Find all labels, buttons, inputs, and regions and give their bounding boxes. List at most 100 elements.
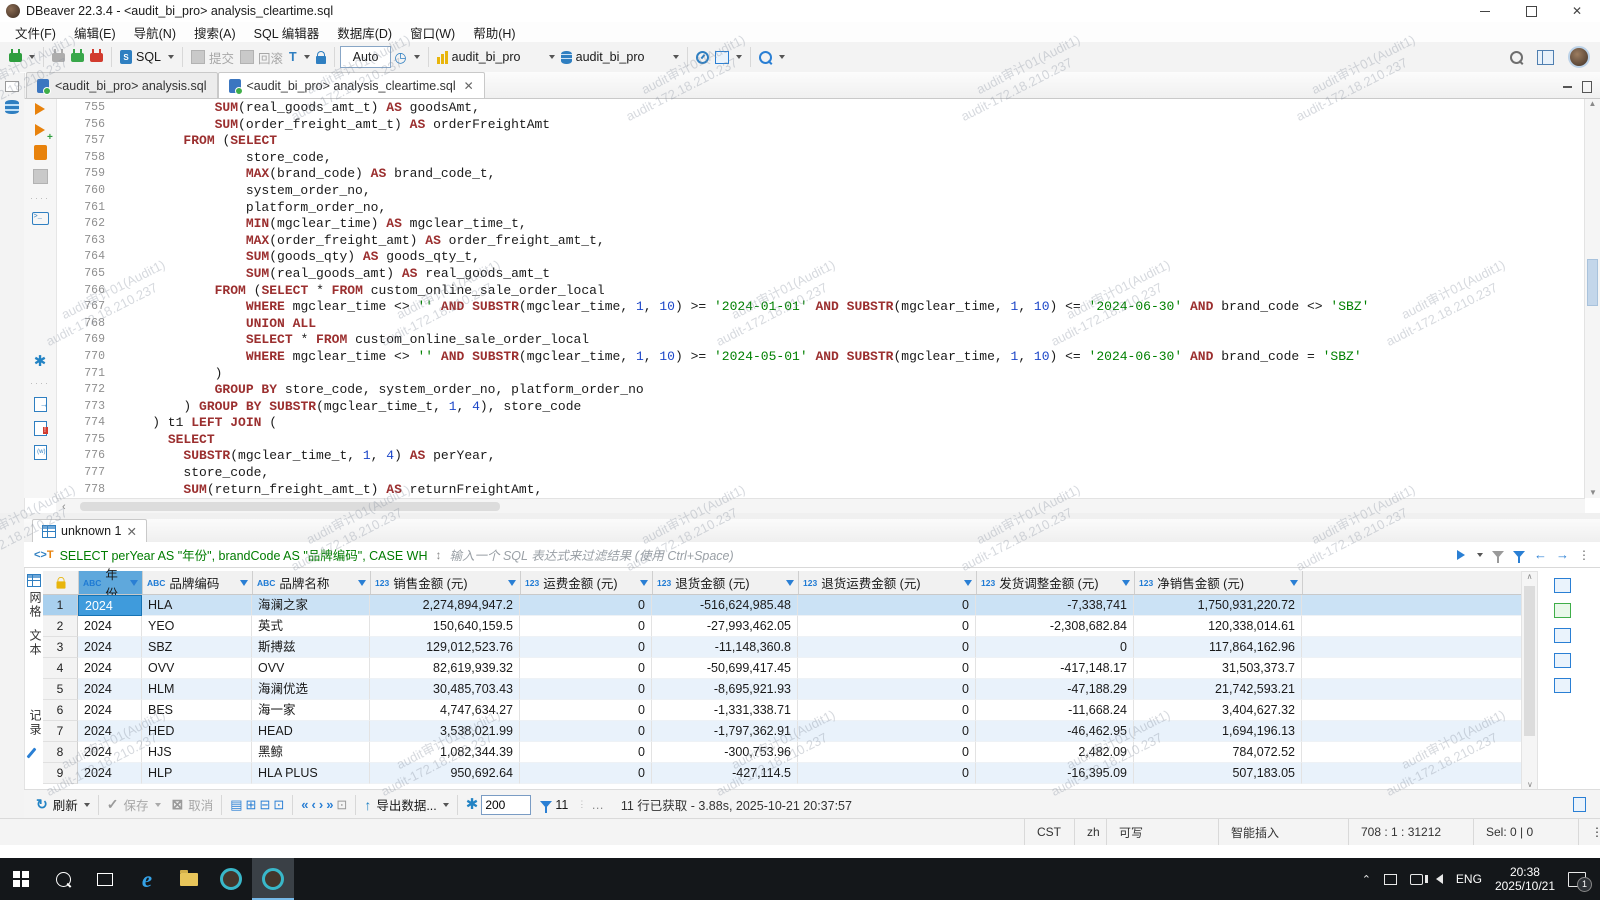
grid-cell[interactable]: 784,072.52 — [1134, 742, 1302, 763]
grid-cell[interactable]: 海一家 — [252, 700, 370, 721]
grid-row[interactable]: 22024YEO英式150,640,159.50-27,993,462.050-… — [43, 616, 1522, 637]
grid-row[interactable]: 52024HLM海澜优选30,485,703.430-8,695,921.930… — [43, 679, 1522, 700]
new-connection-button[interactable] — [6, 51, 38, 64]
grid-cell[interactable]: -11,148,360.8 — [652, 637, 798, 658]
grid-row[interactable]: 42024OVVOVV82,619,939.320-50,699,417.450… — [43, 658, 1522, 679]
grid-cell[interactable]: 1,694,196.13 — [1134, 721, 1302, 742]
code-line[interactable]: 762 MIN(mgclear_time) AS mgclear_time_t, — [57, 216, 1600, 233]
column-sort-caret[interactable] — [1290, 580, 1298, 586]
add-row-icon[interactable]: ⊞ — [246, 797, 257, 813]
grid-cell[interactable]: 0 — [520, 637, 652, 658]
row-number[interactable]: 2 — [43, 616, 78, 637]
editor-settings-icon[interactable]: ✱ — [34, 355, 47, 369]
commit-package-button[interactable] — [712, 49, 745, 66]
rollback-button[interactable]: 回滚 — [237, 46, 286, 69]
grid-cell[interactable]: 0 — [520, 658, 652, 679]
grid-cell[interactable]: 2024 — [78, 742, 142, 763]
grid-cell[interactable]: 0 — [798, 679, 976, 700]
quick-search-icon[interactable] — [1510, 51, 1523, 64]
grid-cell[interactable]: -47,188.29 — [976, 679, 1134, 700]
grid-cell[interactable]: 117,864,162.96 — [1134, 637, 1302, 658]
grid-corner-cell[interactable] — [43, 571, 79, 594]
column-header-4[interactable]: 123销售金额 (元) — [371, 571, 521, 594]
grid-cell[interactable]: 黑鲸 — [252, 742, 370, 763]
perspective-icon[interactable] — [1537, 50, 1554, 65]
row-number[interactable]: 8 — [43, 742, 78, 763]
file-explorer-button[interactable] — [168, 858, 210, 900]
grid-cell[interactable]: 507,183.05 — [1134, 763, 1302, 784]
column-header-3[interactable]: ABC品牌名称 — [253, 571, 371, 594]
row-number[interactable]: 9 — [43, 763, 78, 784]
column-sort-caret[interactable] — [240, 580, 248, 586]
grid-cell[interactable]: 2024 — [78, 700, 142, 721]
grid-cell[interactable]: 英式 — [252, 616, 370, 637]
task-view-button[interactable] — [84, 858, 126, 900]
abort-connection-button[interactable] — [87, 51, 106, 64]
column-sort-caret[interactable] — [1122, 580, 1130, 586]
grid-cell[interactable]: 0 — [520, 763, 652, 784]
row-number[interactable]: 4 — [43, 658, 78, 679]
filter-placeholder[interactable]: 输入一个 SQL 表达式来过滤结果 (使用 Ctrl+Space) — [449, 545, 733, 564]
expand-filter-icon[interactable]: ↕ — [435, 548, 441, 562]
tx-timeout-button[interactable]: ◷ — [391, 48, 422, 66]
code-line[interactable]: 761 platform_order_no, — [57, 200, 1600, 217]
grid-cell[interactable]: 950,692.64 — [370, 763, 520, 784]
grid-cell[interactable]: -50,699,417.45 — [652, 658, 798, 679]
code-line[interactable]: 763 MAX(order_freight_amt) AS order_frei… — [57, 233, 1600, 250]
grid-cell[interactable]: HJS — [142, 742, 252, 763]
code-line[interactable]: 777 store_code, — [57, 465, 1600, 482]
grid-cell[interactable]: 2024 — [78, 763, 142, 784]
grid-cell[interactable]: 0 — [798, 595, 976, 616]
grid-row[interactable]: 62024BES海一家4,747,634.270-1,331,338.710-1… — [43, 700, 1522, 721]
grid-cell[interactable]: 21,742,593.21 — [1134, 679, 1302, 700]
lock-button[interactable] — [313, 49, 329, 66]
network-icon[interactable] — [1410, 874, 1423, 885]
first-page-icon[interactable]: « — [301, 797, 308, 812]
execute-script-icon[interactable] — [34, 145, 47, 160]
grid-cell[interactable]: 0 — [798, 616, 976, 637]
usb-icon[interactable] — [1384, 874, 1397, 885]
code-line[interactable]: 756 SUM(order_freight_amt_t) AS orderFre… — [57, 117, 1600, 134]
grid-cell[interactable]: BES — [142, 700, 252, 721]
grid-cell[interactable]: 0 — [520, 721, 652, 742]
grid-cell[interactable]: HED — [142, 721, 252, 742]
side-tab-1[interactable]: 网格 — [27, 591, 44, 619]
cancel-button[interactable]: 取消 — [188, 795, 213, 814]
custom-filter-icon[interactable] — [1513, 551, 1525, 558]
code-line[interactable]: 755 SUM(real_goods_amt_t) AS goodsAmt, — [57, 100, 1600, 117]
grid-cell[interactable]: -8,695,921.93 — [652, 679, 798, 700]
refresh-button[interactable]: 刷新 — [53, 795, 78, 814]
calc-panel-icon[interactable] — [1554, 653, 1571, 668]
code-line[interactable]: 758 store_code, — [57, 150, 1600, 167]
menu-item[interactable]: 编辑(E) — [65, 21, 125, 44]
column-header-7[interactable]: 123退货运费金额 (元) — [799, 571, 977, 594]
menu-item[interactable]: SQL 编辑器 — [245, 21, 329, 44]
grid-cell[interactable]: 海澜优选 — [252, 679, 370, 700]
grid-cell[interactable]: 2024 — [78, 721, 142, 742]
column-header-5[interactable]: 123运费金额 (元) — [521, 571, 653, 594]
grid-cell[interactable]: 31,503,373.7 — [1134, 658, 1302, 679]
grid-cell[interactable]: 3,538,021.99 — [370, 721, 520, 742]
grouping-panel-icon[interactable] — [1554, 628, 1571, 643]
column-header-8[interactable]: 123发货调整金额 (元) — [977, 571, 1135, 594]
grid-cell[interactable]: 0 — [798, 721, 976, 742]
column-header-1[interactable]: ABC年份 — [79, 571, 143, 594]
grid-cell[interactable]: OVV — [142, 658, 252, 679]
grid-row[interactable]: 92024HLPHLA PLUS950,692.640-427,114.50-1… — [43, 763, 1522, 784]
grid-cell[interactable]: -1,797,362.91 — [652, 721, 798, 742]
grid-cell[interactable]: 82,619,939.32 — [370, 658, 520, 679]
grid-cell[interactable]: -2,308,682.84 — [976, 616, 1134, 637]
save-file-icon[interactable] — [34, 421, 47, 436]
taskbar-clock[interactable]: 20:38 2025/10/21 — [1495, 865, 1555, 893]
grid-cell[interactable]: 129,012,523.76 — [370, 637, 520, 658]
code-line[interactable]: 771 ) — [57, 366, 1600, 383]
grid-cell[interactable]: 1,750,931,220.72 — [1134, 595, 1302, 616]
grid-cell[interactable]: 0 — [798, 700, 976, 721]
code-line[interactable]: 775 SELECT — [57, 432, 1600, 449]
grid-cell[interactable]: 斯搏兹 — [252, 637, 370, 658]
side-tab-2[interactable]: 文本 — [27, 629, 44, 657]
grid-cell[interactable]: 150,640,159.5 — [370, 616, 520, 637]
explain-plan-icon[interactable] — [33, 169, 48, 184]
filter-menu-icon[interactable]: ⋮ — [1578, 548, 1590, 562]
minimize-button[interactable] — [1462, 0, 1508, 22]
